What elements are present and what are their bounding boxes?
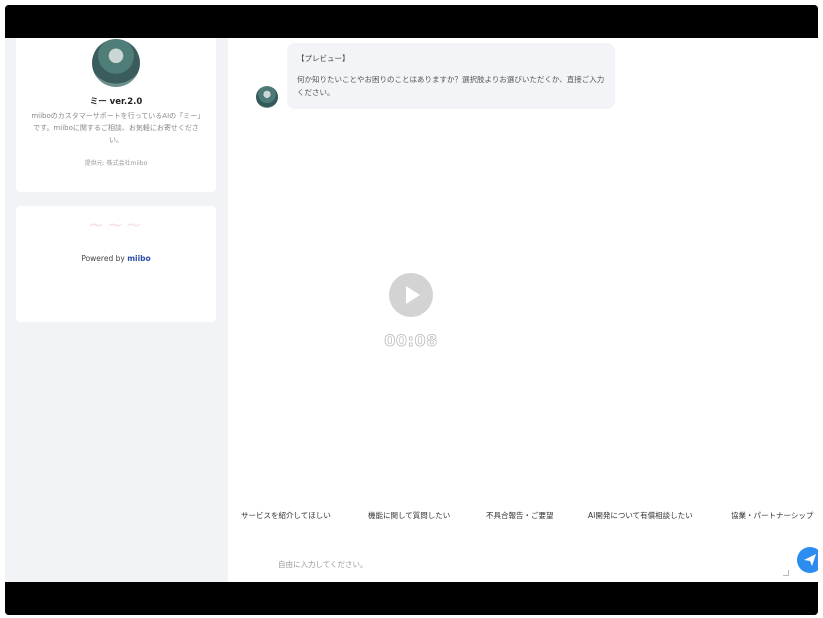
bot-avatar-icon [92, 39, 140, 87]
provider-text: 提供元: 株式会社miibo [84, 160, 148, 167]
message-title: 【プレビュー】 [297, 54, 350, 63]
send-button[interactable] [797, 547, 818, 573]
choice-partnership[interactable]: 協業・パートナーシップ [731, 510, 813, 521]
bot-avatar-small-icon [256, 86, 278, 108]
choice-service-intro[interactable]: サービスを紹介してほしい [241, 510, 331, 521]
message-input-row [268, 551, 789, 579]
chat-panel: 【プレビュー】 何か知りたいことやお困りのことはありますか？選択肢よりお選びいた… [228, 38, 818, 582]
choice-list: サービスを紹介してほしい 機能に関して質問したい 不具合報告・ご要望 AI開発に… [228, 510, 818, 526]
sidebar: ミー ver.2.0 miiboのカスタマーサポートを行っているAIの「ミー」で… [5, 38, 228, 582]
powered-card: ~~~ Powered by miibo [16, 206, 216, 322]
faint-watermark-logo: ~~~ [87, 212, 145, 236]
video-timer: 00:08 [384, 331, 438, 351]
play-icon[interactable] [389, 273, 433, 317]
choice-feature-question[interactable]: 機能に関して質問したい [368, 510, 450, 521]
bot-description: miiboのカスタマーサポートを行っているAIの「ミー」です。miiboに関する… [31, 112, 201, 144]
profile-card: ミー ver.2.0 miiboのカスタマーサポートを行っているAIの「ミー」で… [16, 38, 216, 192]
choice-bug-report[interactable]: 不具合報告・ご要望 [486, 510, 554, 521]
letterbox-top [5, 5, 818, 38]
resize-handle-icon[interactable] [783, 570, 789, 576]
chat-screen: ミー ver.2.0 miiboのカスタマーサポートを行っているAIの「ミー」で… [5, 38, 818, 582]
message-text: 何か知りたいことやお困りのことはありますか？選択肢よりお選びいただくか、直接ご入… [297, 75, 605, 97]
send-icon [804, 554, 816, 566]
message-input[interactable] [268, 551, 788, 577]
video-frame: ミー ver.2.0 miiboのカスタマーサポートを行っているAIの「ミー」で… [5, 5, 818, 615]
powered-by[interactable]: Powered by miibo [16, 254, 216, 263]
powered-brand: miibo [127, 254, 151, 263]
letterbox-bottom [5, 582, 818, 615]
bot-message-bubble: 【プレビュー】 何か知りたいことやお困りのことはありますか？選択肢よりお選びいた… [287, 43, 615, 109]
choice-ai-consult[interactable]: AI開発について有償相談したい [588, 510, 693, 521]
powered-prefix: Powered by [81, 254, 128, 263]
bot-name: ミー ver.2.0 [89, 97, 143, 107]
